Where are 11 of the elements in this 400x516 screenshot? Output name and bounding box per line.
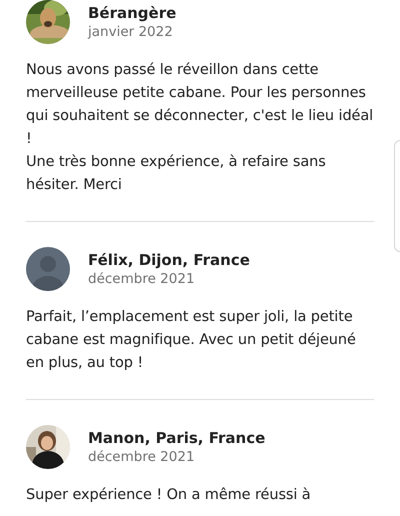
review-text: Super expérience ! On a même réussi à (26, 486, 312, 505)
review-date: décembre 2021 (88, 271, 196, 287)
reviewer-name: Bérangère (88, 4, 176, 22)
review-date: janvier 2022 (88, 24, 174, 40)
reviewer-name: Félix, Dijon, France (88, 251, 250, 269)
review-text: Nous avons passé le réveillon dans cette merveilleuse petite cabane. Pour les personnes qui souhaitent se déconnecter, c'est le lieu idéal ! (26, 61, 374, 149)
review-text: Une très bonne expérience, à refaire sans hésiter. Merci (26, 153, 327, 195)
reviewer-name: Manon, Paris, France (88, 429, 266, 447)
review-date: décembre 2021 (88, 449, 196, 465)
review-text: Parfait, l’emplacement est super joli, la petite cabane est magnifique. Avec un petit déjeuné en plus, au top ! (26, 308, 357, 373)
avatar-icon (26, 247, 70, 291)
